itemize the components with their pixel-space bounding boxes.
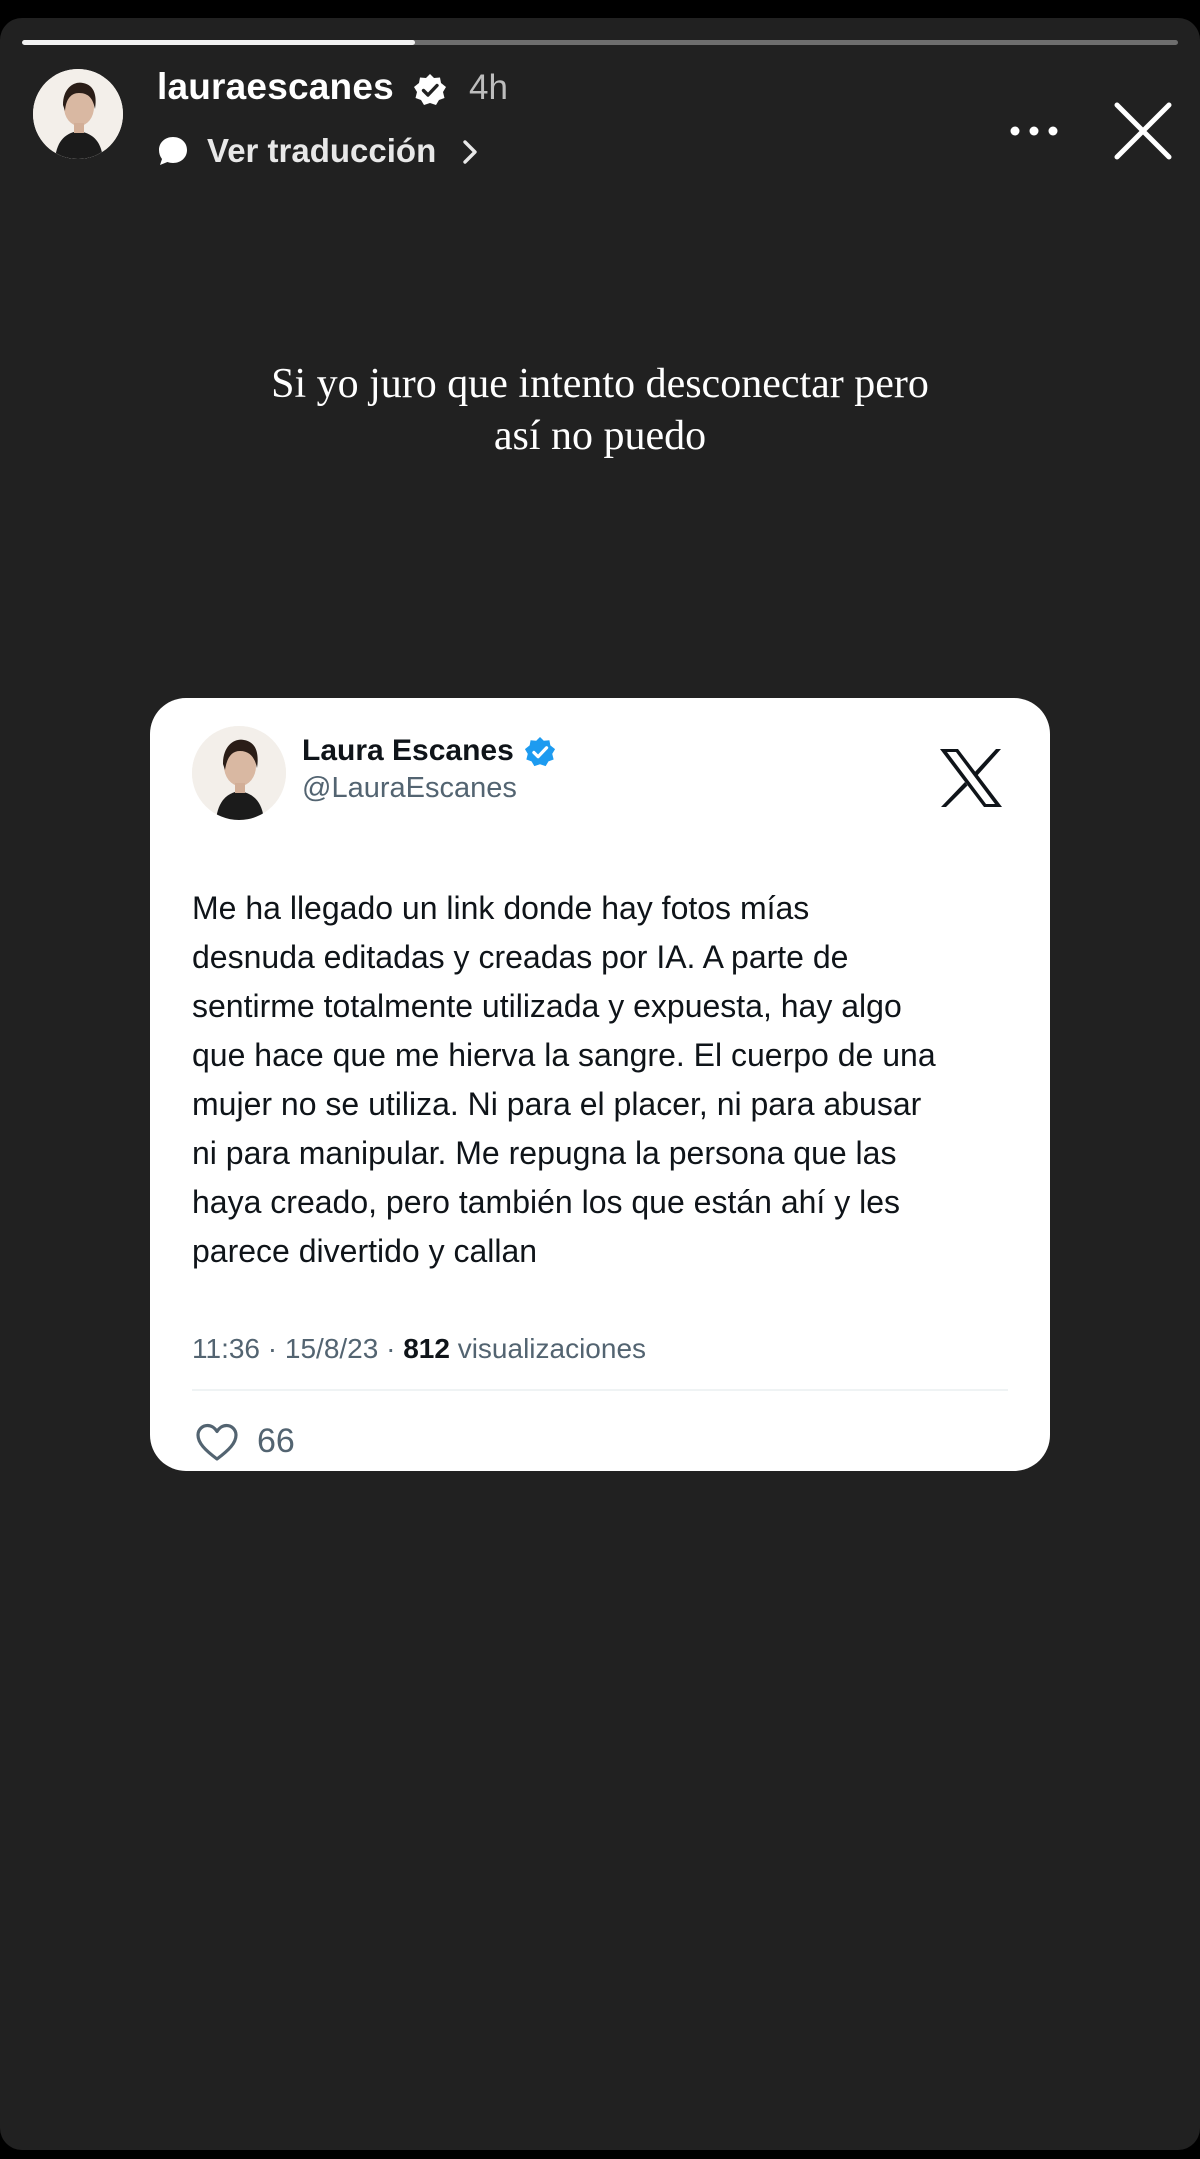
- tweet-text-line: Me ha llegado un link donde hay fotos mí…: [192, 890, 810, 926]
- speech-bubble-icon: [159, 137, 187, 165]
- close-icon[interactable]: [1112, 100, 1174, 162]
- tweet-text-line: desnuda editadas y creadas por IA. A par…: [192, 939, 849, 975]
- tweet-text-line: haya creado, pero también los que están …: [192, 1184, 900, 1220]
- tweet-text-line: que hace que me hierva la sangre. El cue…: [192, 1037, 936, 1073]
- story-progress-bar: [22, 40, 1178, 45]
- profile-avatar[interactable]: [33, 69, 123, 159]
- see-translation-link[interactable]: Ver traducción: [207, 132, 436, 170]
- tweet-text-line: parece divertido y callan: [192, 1233, 538, 1269]
- tweet-date: 15/8/23: [284, 1333, 379, 1364]
- tweet-meta: 11:36 · 15/8/23 · 812 visualizaciones: [192, 1333, 647, 1364]
- more-options-icon[interactable]: [1006, 112, 1062, 150]
- x-logo-icon: [940, 749, 1002, 807]
- divider: [192, 1389, 1008, 1391]
- tweet-like-count: 66: [257, 1422, 295, 1460]
- tweet-text: Me ha llegado un link donde hay fotos mí…: [192, 884, 1022, 1276]
- tweet-time: 11:36: [192, 1333, 260, 1364]
- tweet-text-line: sentirme totalmente utilizada y expuesta…: [192, 988, 902, 1024]
- tweet-views-count: 812: [403, 1333, 450, 1364]
- tweet-card: Laura Escanes @LauraEscanes Me ha llegad…: [150, 698, 1050, 1471]
- username[interactable]: lauraescanes: [157, 66, 394, 108]
- story-viewer[interactable]: lauraescanes 4h Ver traducción Si yo jur…: [0, 18, 1200, 2150]
- caption-line: así no puedo: [493, 413, 707, 459]
- verified-badge-icon: [524, 736, 556, 767]
- story-progress-fill: [22, 40, 416, 45]
- tweet-text-line: mujer no se utiliza. Ni para el placer, …: [192, 1086, 922, 1122]
- story-time-ago: 4h: [469, 68, 508, 107]
- tweet-text-line: ni para manipular. Me repugna la persona…: [192, 1135, 897, 1171]
- tweet-author-avatar: [192, 726, 286, 820]
- tweet-author-handle: @LauraEscanes: [302, 772, 517, 804]
- screen: lauraescanes 4h Ver traducción Si yo jur…: [0, 0, 1200, 2159]
- verified-badge-icon: [414, 74, 446, 105]
- heart-icon: [196, 1423, 238, 1461]
- tweet-author-name: Laura Escanes: [302, 734, 514, 767]
- tweet-views-label: visualizaciones: [457, 1333, 647, 1364]
- caption-line: Si yo juro que intento desconectar pero: [271, 361, 929, 407]
- story-caption: Si yo juro que intento desconectar pero …: [150, 358, 1050, 462]
- chevron-right-icon[interactable]: [460, 138, 480, 166]
